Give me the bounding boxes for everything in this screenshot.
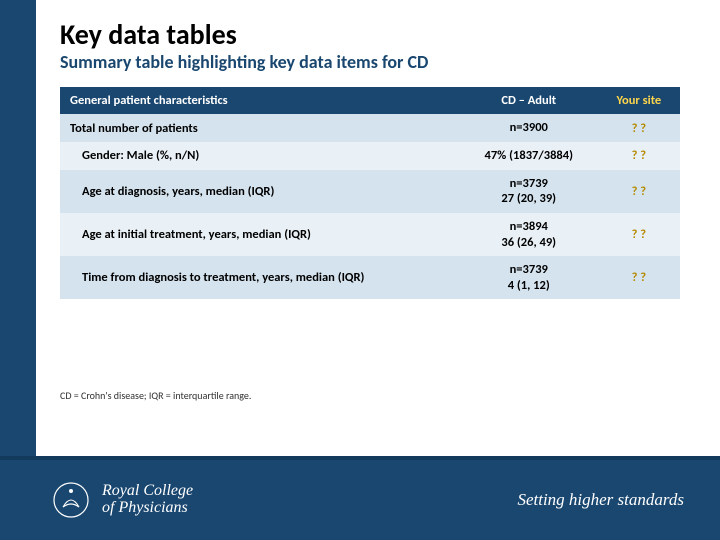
- content-area: Key data tables Summary table highlighti…: [60, 20, 680, 402]
- row-label: Gender: Male (%, n/N): [60, 142, 460, 170]
- row-value-cd-adult: n=389436 (26, 49): [460, 213, 598, 256]
- footnote: CD = Crohn's disease; IQR = interquartil…: [60, 389, 680, 402]
- table-row: Total number of patientsn=3900? ?: [60, 114, 680, 142]
- row-value-cd-adult: n=37394 (1, 12): [460, 256, 598, 299]
- slide: Key data tables Summary table highlighti…: [0, 0, 720, 540]
- row-value-your-site: ? ?: [598, 213, 680, 256]
- footer: Royal College of Physicians Setting high…: [0, 460, 720, 540]
- tagline: Setting higher standards: [517, 490, 684, 510]
- col-header-characteristics: General patient characteristics: [60, 87, 460, 114]
- table-row: Age at diagnosis, years, median (IQR)n=3…: [60, 170, 680, 213]
- row-value-your-site: ? ?: [598, 142, 680, 170]
- row-label: Age at diagnosis, years, median (IQR): [60, 170, 460, 213]
- row-value-cd-adult: n=3900: [460, 114, 598, 142]
- col-header-your-site: Your site: [598, 87, 680, 114]
- row-value-your-site: ? ?: [598, 114, 680, 142]
- table-body: Total number of patientsn=3900? ?Gender:…: [60, 114, 680, 299]
- org-logo: Royal College of Physicians: [50, 479, 193, 521]
- table-row: Age at initial treatment, years, median …: [60, 213, 680, 256]
- slide-subtitle: Summary table highlighting key data item…: [60, 51, 680, 73]
- data-table: General patient characteristics CD – Adu…: [60, 87, 680, 299]
- row-value-your-site: ? ?: [598, 170, 680, 213]
- table-header-row: General patient characteristics CD – Adu…: [60, 87, 680, 114]
- org-name: Royal College of Physicians: [102, 483, 193, 517]
- table-row: Time from diagnosis to treatment, years,…: [60, 256, 680, 299]
- table-row: Gender: Male (%, n/N)47% (1837/3884)? ?: [60, 142, 680, 170]
- row-value-cd-adult: n=373927 (20, 39): [460, 170, 598, 213]
- row-label: Time from diagnosis to treatment, years,…: [60, 256, 460, 299]
- crest-icon: [50, 479, 92, 521]
- row-value-your-site: ? ?: [598, 256, 680, 299]
- col-header-cd-adult: CD – Adult: [460, 87, 598, 114]
- row-label: Total number of patients: [60, 114, 460, 142]
- row-label: Age at initial treatment, years, median …: [60, 213, 460, 256]
- slide-title: Key data tables: [60, 20, 680, 49]
- org-name-line2: of Physicians: [102, 500, 193, 517]
- row-value-cd-adult: 47% (1837/3884): [460, 142, 598, 170]
- org-name-line1: Royal College: [102, 483, 193, 500]
